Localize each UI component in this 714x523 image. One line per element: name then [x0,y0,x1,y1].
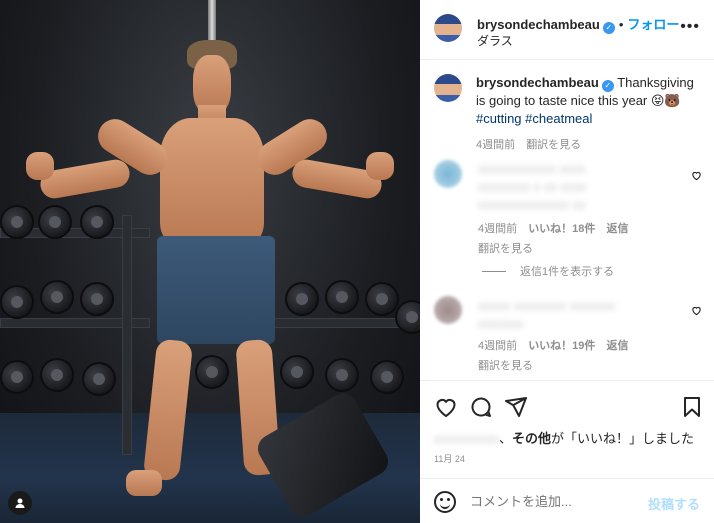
comment-reply-button[interactable]: 返信 [607,223,629,235]
comment-translate[interactable]: 翻訳を見る [478,357,688,373]
comment-time[interactable]: 4週間前 [478,223,517,235]
comment-likes[interactable]: いいね！19件 [528,340,595,352]
comment-reply-button[interactable]: 返信 [607,340,629,352]
person-left-foot [126,470,162,496]
dumbbell [325,280,359,314]
hashtag-link[interactable]: #cheatmeal [525,111,592,126]
dumbbell [365,282,399,316]
person-right-fist [366,152,394,180]
action-bar [420,380,714,430]
author-avatar[interactable] [434,14,462,42]
likes-suffix: が「いいね！」しました [551,431,695,446]
dumbbell [38,205,72,239]
comment-item: xxxxxxxxxxxx xxxx xxxxxxxx x xx xxxx xxx… [478,160,688,256]
caption-username[interactable]: brysondechambeau [476,75,599,90]
comment-bar: 投稿する [420,478,714,523]
dumbbell [0,285,34,319]
comment-text-blurred: xxxxxxxxxxxxxx xx [478,197,586,212]
dumbbell [395,300,420,334]
dumbbell [370,360,404,394]
post-date[interactable]: 11月 24 [434,452,465,465]
likes-summary: xxxxxxxxxx、その他が「いいね！」しました [434,430,695,448]
dumbbell [40,358,74,392]
view-replies-label: 返信1件を表示する [520,266,615,278]
comment-input[interactable] [470,494,640,509]
replies-line [482,270,506,272]
dumbbell [80,282,114,316]
likes-others-link[interactable]: その他 [512,431,551,446]
follow-button[interactable]: フォロー [627,17,679,32]
comment-text-blurred: xxxxxxxxxxxx xxxx [478,161,586,176]
caption-meta: 4週間前 翻訳を見る [476,136,701,154]
user-tag-icon[interactable] [8,491,32,515]
more-options-icon[interactable]: ••• [680,18,700,36]
comment-text-blurred: xxxxxxx [478,316,524,331]
caption-translate[interactable]: 翻訳を見る [526,139,581,151]
person-left-fist [26,152,54,180]
verified-icon: ✓ [602,22,615,34]
comment-meta: 4週間前 いいね！18件 返信 [478,220,688,236]
comment-icon[interactable] [469,395,493,419]
dumbbell [80,205,114,239]
comment-heart-icon[interactable] [691,305,702,316]
emoji-icon[interactable] [434,491,456,513]
comment-translate[interactable]: 翻訳を見る [478,240,688,256]
comment-likes[interactable]: いいね！18件 [528,223,595,235]
comment-text-blurred: xxxxxxxx x xx xxxx [478,179,587,194]
dumbbell [0,205,34,239]
comment-meta: 4週間前 いいね！19件 返信 [478,337,688,353]
person-shorts [157,236,275,344]
post-comment-button[interactable]: 投稿する [648,494,700,513]
dumbbell [0,360,34,394]
post-location[interactable]: ダラス [477,32,513,49]
dumbbell [82,362,116,396]
header-user-line: brysondechambeau ✓ • フォロー [477,14,679,34]
rack-post [122,215,132,455]
comment-avatar[interactable] [434,160,462,188]
caption-avatar[interactable] [434,74,462,102]
comment-heart-icon[interactable] [691,170,702,181]
separator-dot: • [618,17,624,32]
caption-time[interactable]: 4週間前 [476,139,515,151]
view-replies-button[interactable]: 返信1件を表示する [482,263,614,279]
dumbbell [40,280,74,314]
post-caption: brysondechambeau ✓ Thanksgiving is going … [476,74,701,154]
dumbbell [325,358,359,392]
hashtag-link[interactable]: #cutting [476,111,522,126]
share-icon[interactable] [504,395,528,419]
post-photo[interactable] [0,0,420,523]
dumbbell [280,355,314,389]
comment-item: xxxxx xxxxxxxx xxxxxxx xxxxxxx 4週間前 いいね！… [478,297,688,373]
verified-icon: ✓ [601,80,614,92]
post-detail-panel: brysondechambeau ✓ • フォロー ダラス ••• brysondec… [420,0,714,523]
heart-icon[interactable] [434,395,458,419]
comment-avatar[interactable] [434,296,462,324]
comment-time[interactable]: 4週間前 [478,340,517,352]
author-username[interactable]: brysondechambeau [477,17,600,32]
dumbbell [285,282,319,316]
comment-text-blurred: xxxxx xxxxxxxx xxxxxxx [478,298,616,313]
person-torso [160,118,264,246]
post-header: brysondechambeau ✓ • フォロー ダラス ••• [420,0,714,60]
dumbbell [195,355,229,389]
liked-by-user-blurred[interactable]: xxxxxxxxxx [434,430,499,448]
cable-bar [208,0,216,40]
bookmark-icon[interactable] [680,395,704,419]
